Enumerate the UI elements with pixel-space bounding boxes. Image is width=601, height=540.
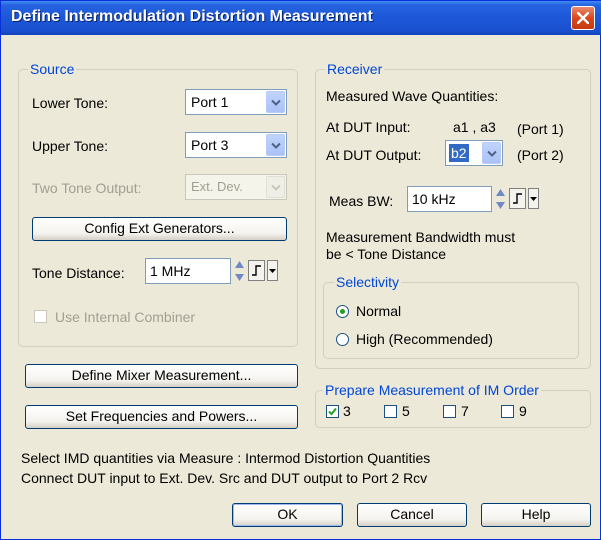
dialog-title: Define Intermodulation Distortion Measur… — [11, 8, 373, 25]
measured-wave-quantities-label: Measured Wave Quantities: — [326, 88, 499, 104]
info-line-2: Connect DUT input to Ext. Dev. Src and D… — [21, 470, 428, 486]
title-bar[interactable]: Define Intermodulation Distortion Measur… — [1, 1, 601, 35]
spin-arrows-icon — [235, 261, 244, 281]
two-tone-output-select: Ext. Dev. — [185, 174, 287, 200]
dut-input-value: a1 , a3 — [453, 119, 496, 135]
dut-output-select[interactable]: b2 — [445, 140, 503, 166]
upper-tone-label: Upper Tone: — [32, 138, 109, 154]
help-button[interactable]: Help — [481, 503, 591, 527]
checkmark-icon — [328, 407, 337, 416]
dialog-window: Define Intermodulation Distortion Measur… — [0, 0, 601, 540]
dut-output-port: (Port 2) — [517, 147, 564, 163]
tone-distance-spinner[interactable] — [233, 259, 246, 283]
dut-output-label: At DUT Output: — [326, 147, 422, 163]
meas-bw-input[interactable]: 10 kHz — [407, 186, 492, 212]
two-tone-output-value: Ext. Dev. — [191, 179, 243, 194]
chevron-down-icon — [271, 184, 281, 191]
info-line-1: Select IMD quantities via Measure : Inte… — [21, 450, 431, 466]
im-order-3-label: 3 — [343, 403, 351, 419]
im-order-7-label: 7 — [461, 403, 469, 419]
tone-distance-step-button[interactable] — [248, 260, 265, 281]
two-tone-dropdown-button — [266, 176, 285, 198]
chevron-down-icon — [271, 99, 281, 106]
upper-tone-value: Port 3 — [191, 137, 229, 153]
upper-tone-select[interactable]: Port 3 — [185, 132, 287, 158]
im-order-7-checkbox[interactable] — [443, 405, 456, 418]
meas-bw-spinner[interactable] — [494, 187, 507, 211]
radio-selected-dot — [340, 309, 345, 314]
step-icon — [513, 193, 522, 204]
im-order-9-label: 9 — [519, 403, 527, 419]
meas-bw-step-button[interactable] — [509, 188, 526, 209]
selectivity-legend: Selectivity — [334, 274, 402, 290]
cancel-button[interactable]: Cancel — [357, 503, 467, 527]
lower-tone-value: Port 1 — [191, 94, 229, 110]
caret-down-icon — [269, 269, 276, 273]
upper-tone-dropdown-button[interactable] — [266, 134, 285, 156]
set-frequencies-powers-button[interactable]: Set Frequencies and Powers... — [25, 405, 298, 429]
lower-tone-label: Lower Tone: — [32, 95, 109, 111]
lower-tone-select[interactable]: Port 1 — [185, 89, 287, 115]
tone-distance-menu-button[interactable] — [267, 260, 278, 281]
im-order-9-checkbox[interactable] — [501, 405, 514, 418]
use-internal-combiner-checkbox — [34, 310, 47, 323]
bw-note-line1: Measurement Bandwidth must — [326, 229, 516, 245]
dut-output-value: b2 — [449, 144, 469, 162]
selectivity-high-label: High (Recommended) — [356, 331, 493, 347]
selectivity-group — [323, 282, 579, 359]
chevron-down-icon — [271, 142, 281, 149]
dut-input-label: At DUT Input: — [326, 119, 411, 135]
selectivity-normal-label: Normal — [356, 303, 402, 319]
receiver-legend: Receiver — [325, 61, 385, 77]
lower-tone-dropdown-button[interactable] — [266, 91, 285, 113]
spin-arrows-icon — [496, 189, 505, 209]
config-ext-generators-button[interactable]: Config Ext Generators... — [32, 217, 287, 241]
two-tone-output-label: Two Tone Output: — [32, 180, 142, 196]
im-order-5-label: 5 — [402, 403, 410, 419]
meas-bw-label: Meas BW: — [329, 193, 394, 209]
use-internal-combiner-label: Use Internal Combiner — [55, 309, 196, 325]
im-order-legend: Prepare Measurement of IM Order — [323, 382, 541, 398]
close-icon — [577, 12, 589, 24]
ok-button[interactable]: OK — [232, 503, 343, 527]
selectivity-high-radio[interactable] — [336, 333, 349, 346]
meas-bw-menu-button[interactable] — [528, 188, 539, 209]
tone-distance-input[interactable]: 1 MHz — [145, 258, 231, 284]
source-legend: Source — [28, 61, 77, 77]
step-icon — [252, 265, 261, 276]
im-order-5-checkbox[interactable] — [384, 405, 397, 418]
chevron-down-icon — [487, 150, 497, 157]
tone-distance-label: Tone Distance: — [32, 265, 125, 281]
close-button[interactable] — [571, 6, 595, 30]
caret-down-icon — [530, 197, 537, 201]
dut-output-dropdown-button[interactable] — [482, 142, 501, 164]
selectivity-normal-radio[interactable] — [336, 305, 349, 318]
dut-input-port: (Port 1) — [517, 121, 564, 137]
im-order-3-checkbox[interactable] — [326, 405, 339, 418]
define-mixer-measurement-button[interactable]: Define Mixer Measurement... — [25, 364, 298, 388]
bw-note-line2: be < Tone Distance — [326, 246, 446, 262]
